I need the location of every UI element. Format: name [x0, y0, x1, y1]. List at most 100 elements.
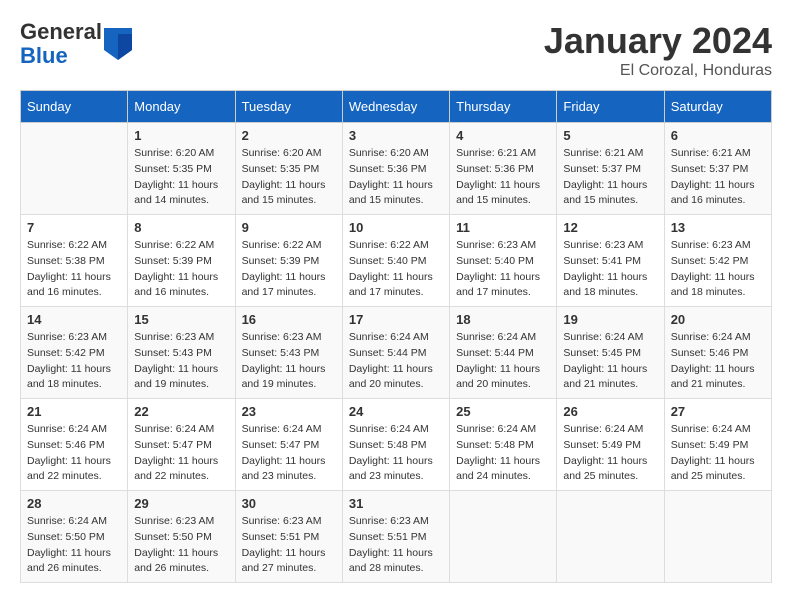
calendar-header-row: SundayMondayTuesdayWednesdayThursdayFrid… — [21, 91, 772, 123]
calendar-cell: 17 Sunrise: 6:24 AMSunset: 5:44 PMDayligh… — [342, 307, 449, 399]
header-tuesday: Tuesday — [235, 91, 342, 123]
calendar-cell — [21, 123, 128, 215]
logo-icon — [104, 28, 132, 60]
day-number: 10 — [349, 220, 443, 235]
month-title: January 2024 — [544, 20, 772, 62]
day-number: 25 — [456, 404, 550, 419]
calendar-cell: 13 Sunrise: 6:23 AMSunset: 5:42 PMDayligh… — [664, 215, 771, 307]
calendar-week-4: 21 Sunrise: 6:24 AMSunset: 5:46 PMDayligh… — [21, 399, 772, 491]
day-number: 30 — [242, 496, 336, 511]
day-info: Sunrise: 6:23 AMSunset: 5:51 PMDaylight:… — [242, 514, 336, 577]
day-number: 3 — [349, 128, 443, 143]
day-info: Sunrise: 6:24 AMSunset: 5:50 PMDaylight:… — [27, 514, 121, 577]
day-number: 26 — [563, 404, 657, 419]
day-info: Sunrise: 6:24 AMSunset: 5:46 PMDaylight:… — [27, 422, 121, 485]
day-info: Sunrise: 6:20 AMSunset: 5:36 PMDaylight:… — [349, 146, 443, 209]
day-number: 5 — [563, 128, 657, 143]
day-info: Sunrise: 6:24 AMSunset: 5:49 PMDaylight:… — [563, 422, 657, 485]
calendar-cell: 25 Sunrise: 6:24 AMSunset: 5:48 PMDayligh… — [450, 399, 557, 491]
header-thursday: Thursday — [450, 91, 557, 123]
day-number: 1 — [134, 128, 228, 143]
day-info: Sunrise: 6:24 AMSunset: 5:47 PMDaylight:… — [242, 422, 336, 485]
day-number: 28 — [27, 496, 121, 511]
calendar-cell: 8Sunrise: 6:22 AMSunset: 5:39 PMDaylight… — [128, 215, 235, 307]
logo-general: General — [20, 20, 102, 44]
calendar-table: SundayMondayTuesdayWednesdayThursdayFrid… — [20, 90, 772, 583]
calendar-cell: 7 Sunrise: 6:22 AMSunset: 5:38 PMDaylight… — [21, 215, 128, 307]
logo: General Blue — [20, 20, 132, 68]
header-saturday: Saturday — [664, 91, 771, 123]
day-info: Sunrise: 6:24 AMSunset: 5:48 PMDaylight:… — [349, 422, 443, 485]
day-info: Sunrise: 6:24 AMSunset: 5:48 PMDaylight:… — [456, 422, 550, 485]
day-info: Sunrise: 6:23 AMSunset: 5:42 PMDaylight:… — [27, 330, 121, 393]
calendar-cell: 21 Sunrise: 6:24 AMSunset: 5:46 PMDayligh… — [21, 399, 128, 491]
day-info: Sunrise: 6:24 AMSunset: 5:45 PMDaylight:… — [563, 330, 657, 393]
day-number: 21 — [27, 404, 121, 419]
header-wednesday: Wednesday — [342, 91, 449, 123]
calendar-cell: 2 Sunrise: 6:20 AMSunset: 5:35 PMDaylight… — [235, 123, 342, 215]
day-info: Sunrise: 6:20 AMSunset: 5:35 PMDaylight:… — [242, 146, 336, 209]
calendar-week-5: 28 Sunrise: 6:24 AMSunset: 5:50 PMDayligh… — [21, 491, 772, 583]
day-number: 27 — [671, 404, 765, 419]
day-info: Sunrise: 6:23 AMSunset: 5:43 PMDaylight:… — [134, 330, 228, 393]
day-info: Sunrise: 6:21 AMSunset: 5:36 PMDaylight:… — [456, 146, 550, 209]
day-info: Sunrise: 6:22 AMSunset: 5:40 PMDaylight:… — [349, 238, 443, 301]
calendar-week-2: 7 Sunrise: 6:22 AMSunset: 5:38 PMDaylight… — [21, 215, 772, 307]
title-section: January 2024 El Corozal, Honduras — [544, 20, 772, 80]
calendar-cell: 26 Sunrise: 6:24 AMSunset: 5:49 PMDayligh… — [557, 399, 664, 491]
day-info: Sunrise: 6:24 AMSunset: 5:47 PMDaylight:… — [134, 422, 228, 485]
calendar-cell: 3 Sunrise: 6:20 AMSunset: 5:36 PMDaylight… — [342, 123, 449, 215]
day-info: Sunrise: 6:23 AMSunset: 5:50 PMDaylight:… — [134, 514, 228, 577]
calendar-cell: 31Sunrise: 6:23 AMSunset: 5:51 PMDayligh… — [342, 491, 449, 583]
calendar-cell: 14Sunrise: 6:23 AMSunset: 5:42 PMDayligh… — [21, 307, 128, 399]
day-info: Sunrise: 6:23 AMSunset: 5:51 PMDaylight:… — [349, 514, 443, 577]
calendar-cell: 5 Sunrise: 6:21 AMSunset: 5:37 PMDaylight… — [557, 123, 664, 215]
calendar-cell: 9 Sunrise: 6:22 AMSunset: 5:39 PMDaylight… — [235, 215, 342, 307]
day-number: 16 — [242, 312, 336, 327]
calendar-cell: 10 Sunrise: 6:22 AMSunset: 5:40 PMDayligh… — [342, 215, 449, 307]
day-number: 9 — [242, 220, 336, 235]
calendar-week-3: 14Sunrise: 6:23 AMSunset: 5:42 PMDayligh… — [21, 307, 772, 399]
calendar-cell: 11 Sunrise: 6:23 AMSunset: 5:40 PMDayligh… — [450, 215, 557, 307]
calendar-cell: 22Sunrise: 6:24 AMSunset: 5:47 PMDayligh… — [128, 399, 235, 491]
day-info: Sunrise: 6:22 AMSunset: 5:38 PMDaylight:… — [27, 238, 121, 301]
day-number: 19 — [563, 312, 657, 327]
calendar-cell: 29 Sunrise: 6:23 AMSunset: 5:50 PMDayligh… — [128, 491, 235, 583]
day-number: 20 — [671, 312, 765, 327]
day-info: Sunrise: 6:22 AMSunset: 5:39 PMDaylight:… — [242, 238, 336, 301]
day-number: 13 — [671, 220, 765, 235]
calendar-cell: 12 Sunrise: 6:23 AMSunset: 5:41 PMDayligh… — [557, 215, 664, 307]
calendar-cell: 28 Sunrise: 6:24 AMSunset: 5:50 PMDayligh… — [21, 491, 128, 583]
day-info: Sunrise: 6:23 AMSunset: 5:42 PMDaylight:… — [671, 238, 765, 301]
calendar-cell — [557, 491, 664, 583]
calendar-cell — [450, 491, 557, 583]
day-number: 6 — [671, 128, 765, 143]
header-friday: Friday — [557, 91, 664, 123]
calendar-cell: 15 Sunrise: 6:23 AMSunset: 5:43 PMDayligh… — [128, 307, 235, 399]
day-number: 18 — [456, 312, 550, 327]
day-number: 15 — [134, 312, 228, 327]
day-number: 7 — [27, 220, 121, 235]
calendar-cell: 19 Sunrise: 6:24 AMSunset: 5:45 PMDayligh… — [557, 307, 664, 399]
day-number: 2 — [242, 128, 336, 143]
day-info: Sunrise: 6:20 AMSunset: 5:35 PMDaylight:… — [134, 146, 228, 209]
day-number: 12 — [563, 220, 657, 235]
day-info: Sunrise: 6:24 AMSunset: 5:49 PMDaylight:… — [671, 422, 765, 485]
header-monday: Monday — [128, 91, 235, 123]
day-info: Sunrise: 6:24 AMSunset: 5:44 PMDaylight:… — [456, 330, 550, 393]
location: El Corozal, Honduras — [544, 62, 772, 80]
header-sunday: Sunday — [21, 91, 128, 123]
day-number: 29 — [134, 496, 228, 511]
calendar-cell — [664, 491, 771, 583]
day-info: Sunrise: 6:23 AMSunset: 5:40 PMDaylight:… — [456, 238, 550, 301]
day-number: 17 — [349, 312, 443, 327]
day-info: Sunrise: 6:21 AMSunset: 5:37 PMDaylight:… — [563, 146, 657, 209]
calendar-cell: 24Sunrise: 6:24 AMSunset: 5:48 PMDayligh… — [342, 399, 449, 491]
day-number: 23 — [242, 404, 336, 419]
day-number: 8 — [134, 220, 228, 235]
day-info: Sunrise: 6:23 AMSunset: 5:41 PMDaylight:… — [563, 238, 657, 301]
calendar-cell: 16Sunrise: 6:23 AMSunset: 5:43 PMDayligh… — [235, 307, 342, 399]
calendar-cell: 30 Sunrise: 6:23 AMSunset: 5:51 PMDayligh… — [235, 491, 342, 583]
day-number: 11 — [456, 220, 550, 235]
day-info: Sunrise: 6:24 AMSunset: 5:44 PMDaylight:… — [349, 330, 443, 393]
